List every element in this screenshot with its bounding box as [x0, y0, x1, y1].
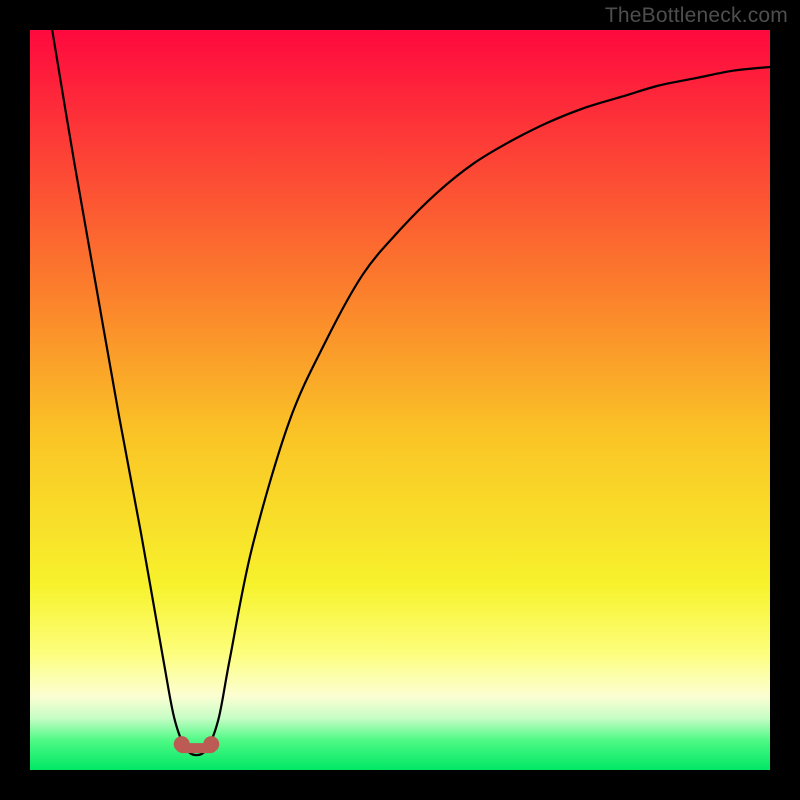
watermark-text: TheBottleneck.com	[605, 4, 788, 28]
curve-min-marker	[174, 736, 190, 752]
curve-min-marker	[203, 736, 219, 752]
bottleneck-curve	[30, 30, 770, 770]
plot-area	[30, 30, 770, 770]
chart-frame: TheBottleneck.com	[0, 0, 800, 800]
